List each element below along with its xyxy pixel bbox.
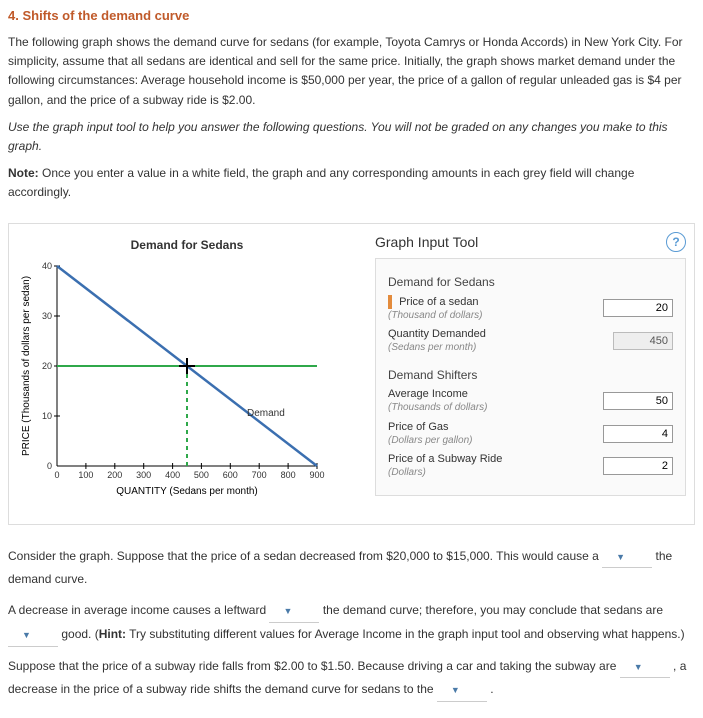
subway-label: Price of a Subway Ride <box>388 453 502 465</box>
q2-text-b: the demand curve; therefore, you may con… <box>323 603 663 617</box>
input-tool-panel: Graph Input Tool ? Demand for Sedans Pri… <box>375 232 686 516</box>
help-icon[interactable]: ? <box>666 232 686 252</box>
income-sublabel: (Thousands of dollars) <box>388 402 488 413</box>
chart-panel: Demand for Sedans 0 10 20 30 40 <box>17 232 357 516</box>
hint-text: Try substituting different values for Av… <box>126 627 685 641</box>
svg-text:300: 300 <box>136 470 151 480</box>
x-axis-label: QUANTITY (Sedans per month) <box>116 486 258 497</box>
q1-dropdown[interactable] <box>602 545 652 569</box>
tool-header: Graph Input Tool <box>375 234 478 250</box>
price-indicator-icon <box>388 295 392 309</box>
price-label: Price of a sedan <box>399 295 479 307</box>
subway-sublabel: (Dollars) <box>388 467 426 478</box>
note-label: Note: <box>8 166 39 180</box>
svg-text:700: 700 <box>252 470 267 480</box>
svg-text:500: 500 <box>194 470 209 480</box>
q2-dropdown-1[interactable] <box>269 599 319 623</box>
y-axis-label: PRICE (Thousands of dollars per sedan) <box>21 275 32 455</box>
svg-text:0: 0 <box>54 470 59 480</box>
qty-sublabel: (Sedans per month) <box>388 342 476 353</box>
page-title: 4. Shifts of the demand curve <box>8 8 695 23</box>
section-shifters: Demand Shifters <box>388 368 673 382</box>
note-text: Once you enter a value in a white field,… <box>8 166 634 199</box>
q3-text-a: Suppose that the price of a subway ride … <box>8 659 620 673</box>
svg-text:20: 20 <box>42 361 52 371</box>
gas-sublabel: (Dollars per gallon) <box>388 435 472 446</box>
note-paragraph: Note: Once you enter a value in a white … <box>8 164 695 202</box>
income-label: Average Income <box>388 388 468 400</box>
svg-text:900: 900 <box>309 470 324 480</box>
svg-text:0: 0 <box>47 461 52 471</box>
svg-text:30: 30 <box>42 311 52 321</box>
section-demand: Demand for Sedans <box>388 275 673 289</box>
svg-text:100: 100 <box>78 470 93 480</box>
income-input[interactable] <box>603 392 673 410</box>
svg-text:400: 400 <box>165 470 180 480</box>
q3-dropdown-1[interactable] <box>620 655 670 679</box>
svg-text:800: 800 <box>281 470 296 480</box>
q2-text-c: good. ( <box>61 627 98 641</box>
hint-label: Hint: <box>99 627 126 641</box>
q3-dropdown-2[interactable] <box>437 678 487 702</box>
intro-paragraph: The following graph shows the demand cur… <box>8 33 695 110</box>
svg-text:40: 40 <box>42 261 52 271</box>
subway-input[interactable] <box>603 457 673 475</box>
demand-chart[interactable]: 0 10 20 30 40 0 100 200 300 400 <box>17 256 337 516</box>
qty-output: 450 <box>613 332 673 350</box>
q2-dropdown-2[interactable] <box>8 623 58 647</box>
chart-title: Demand for Sedans <box>17 238 357 252</box>
question-1: Consider the graph. Suppose that the pri… <box>8 545 695 592</box>
svg-text:200: 200 <box>107 470 122 480</box>
q1-text-a: Consider the graph. Suppose that the pri… <box>8 549 602 563</box>
demand-line-label: Demand <box>247 408 285 419</box>
gas-input[interactable] <box>603 425 673 443</box>
question-2: A decrease in average income causes a le… <box>8 599 695 647</box>
gas-label: Price of Gas <box>388 421 449 433</box>
graph-tool-container: Demand for Sedans 0 10 20 30 40 <box>8 223 695 525</box>
price-sublabel: (Thousand of dollars) <box>388 310 483 321</box>
q3-text-c: . <box>490 682 493 696</box>
q2-text-a: A decrease in average income causes a le… <box>8 603 269 617</box>
svg-text:10: 10 <box>42 411 52 421</box>
instruction-text: Use the graph input tool to help you ans… <box>8 118 695 156</box>
question-3: Suppose that the price of a subway ride … <box>8 655 695 703</box>
price-input[interactable] <box>603 299 673 317</box>
svg-text:600: 600 <box>223 470 238 480</box>
qty-label: Quantity Demanded <box>388 328 486 340</box>
